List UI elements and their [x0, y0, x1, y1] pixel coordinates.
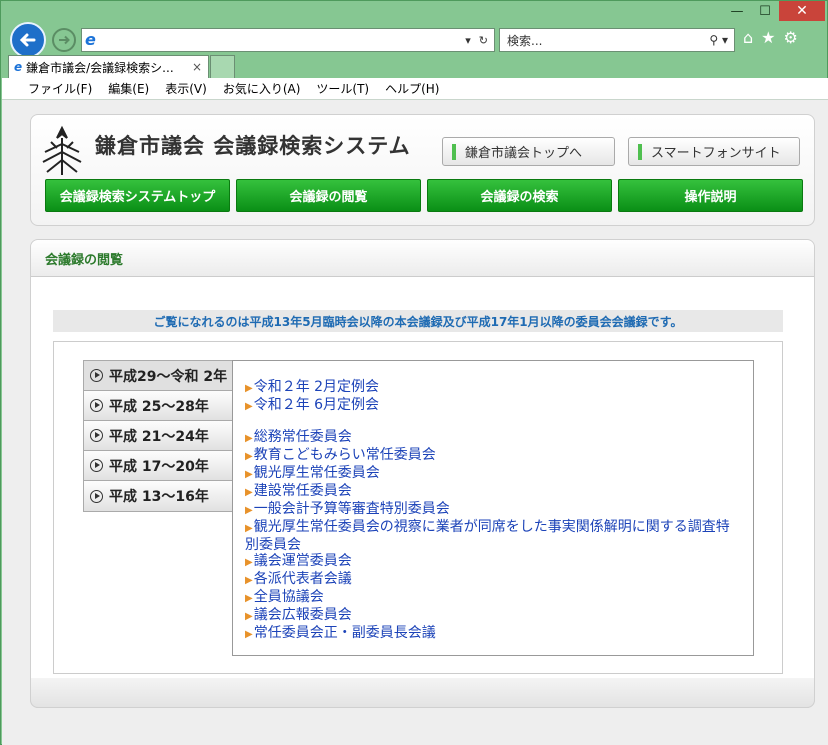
refresh-icon[interactable]: ↻	[479, 34, 488, 47]
play-icon	[90, 369, 103, 382]
meeting-link[interactable]: 令和２年 2月定例会	[245, 379, 741, 397]
year-label: 平成29～令和 2年	[109, 368, 228, 385]
nav-browse-minutes[interactable]: 会議録の閲覧	[236, 179, 421, 212]
menu-view[interactable]: 表示(V)	[165, 80, 207, 97]
committee-link[interactable]: 一般会計予算等審査特別委員会	[245, 501, 741, 519]
kamakura-emblem-icon	[42, 125, 82, 175]
year-label: 平成 13～16年	[109, 489, 209, 505]
panel-title: 会議録の閲覧	[31, 240, 814, 277]
nav-system-top[interactable]: 会議録検索システムトップ	[45, 179, 230, 212]
page-content: 鎌倉市議会 会議録検索システム 鎌倉市議会トップへ スマートフォンサイト 会議録…	[2, 100, 828, 745]
search-box[interactable]: 検索... ⚲ ▾	[499, 28, 735, 52]
committee-link[interactable]: 各派代表者会議	[245, 571, 741, 589]
forward-arrow-icon	[59, 35, 70, 45]
ie-tab-icon: e	[14, 60, 23, 74]
menu-favorites[interactable]: お気に入り(A)	[223, 80, 301, 97]
browse-panel: 会議録の閲覧 ご覧になれるのは平成13年5月臨時会以降の本会議録及び平成17年1…	[30, 239, 815, 708]
search-icon[interactable]: ⚲ ▾	[709, 33, 734, 47]
year-label: 平成 21～24年	[109, 428, 209, 445]
year-tab-h17-20[interactable]: 平成 17～20年	[84, 451, 232, 481]
committee-link[interactable]: 建設常任委員会	[245, 483, 741, 501]
nav-instructions[interactable]: 操作説明	[618, 179, 803, 212]
committee-link[interactable]: 議会運営委員会	[245, 553, 741, 571]
browser-tab[interactable]: e 鎌倉市議会/会議録検索シ... ×	[8, 55, 209, 78]
year-tab-h29-r2[interactable]: 平成29～令和 2年	[84, 361, 232, 391]
new-tab-button[interactable]	[210, 55, 235, 78]
favorites-star-icon[interactable]: ★	[761, 28, 775, 47]
search-placeholder: 検索...	[507, 33, 543, 48]
meeting-link[interactable]: 令和２年 6月定例会	[245, 397, 741, 415]
ie-page-icon: e	[85, 30, 96, 49]
browser-window: — ☐ ✕ e ▾ ↻ 検索... ⚲ ▾ ⌂ ★ ⚙ e 鎌倉市議会/会議録検索…	[0, 0, 828, 745]
main-nav: 会議録検索システムトップ 会議録の閲覧 会議録の検索 操作説明	[45, 179, 803, 212]
nav-search-minutes[interactable]: 会議録の検索	[427, 179, 612, 212]
city-council-top-button[interactable]: 鎌倉市議会トップへ	[442, 137, 615, 166]
smartphone-site-button[interactable]: スマートフォンサイト	[628, 137, 800, 166]
committee-link[interactable]: 教育こどもみらい常任委員会	[245, 447, 741, 465]
play-icon	[90, 429, 103, 442]
committee-link[interactable]: 全員協議会	[245, 589, 741, 607]
window-controls: — ☐ ✕	[723, 1, 825, 21]
year-tab-h13-16[interactable]: 平成 13～16年	[84, 481, 232, 511]
close-window-icon[interactable]: ✕	[779, 1, 825, 21]
browse-frame: 平成29～令和 2年 平成 25～28年 平成 21～24年 平成 17～20年…	[53, 341, 783, 674]
panel-footer	[30, 678, 815, 708]
menu-edit[interactable]: 編集(E)	[108, 80, 149, 97]
dropdown-icon[interactable]: ▾	[465, 34, 471, 47]
maximize-icon[interactable]: ☐	[751, 1, 779, 21]
committee-link[interactable]: 議会広報委員会	[245, 607, 741, 625]
gear-icon[interactable]: ⚙	[784, 28, 798, 47]
home-icon[interactable]: ⌂	[743, 28, 753, 47]
menu-help[interactable]: ヘルプ(H)	[385, 80, 439, 97]
play-icon	[90, 489, 103, 503]
menu-file[interactable]: ファイル(F)	[28, 80, 92, 97]
year-label: 平成 25～28年	[109, 398, 209, 415]
committee-link[interactable]: 観光厚生常任委員会	[245, 465, 741, 483]
year-tab-h21-24[interactable]: 平成 21～24年	[84, 421, 232, 451]
committee-link[interactable]: 常任委員会正・副委員長会議	[245, 625, 741, 643]
committee-link[interactable]: 観光厚生常任委員会の視察に業者が同席をした事実関係解明に関する調査特別委員会	[245, 519, 741, 553]
site-title: 鎌倉市議会 会議録検索システム	[95, 133, 411, 158]
year-tab-h25-28[interactable]: 平成 25～28年	[84, 391, 232, 421]
play-icon	[90, 459, 103, 472]
availability-notice: ご覧になれるのは平成13年5月臨時会以降の本会議録及び平成17年1月以降の委員会…	[53, 310, 783, 332]
back-button[interactable]	[10, 22, 46, 58]
forward-button[interactable]	[52, 28, 76, 52]
back-arrow-icon	[19, 33, 36, 47]
committee-link[interactable]: 総務常任委員会	[245, 429, 741, 447]
address-bar[interactable]: e ▾ ↻	[81, 28, 495, 52]
tab-close-icon[interactable]: ×	[192, 60, 208, 74]
minimize-icon[interactable]: —	[723, 1, 751, 21]
tab-title: 鎌倉市議会/会議録検索シ...	[26, 60, 174, 75]
meeting-list: 令和２年 2月定例会 令和２年 6月定例会 総務常任委員会 教育こどもみらい常任…	[232, 360, 754, 656]
menu-tools[interactable]: ツール(T)	[316, 80, 369, 97]
year-label: 平成 17～20年	[109, 458, 209, 475]
year-selector: 平成29～令和 2年 平成 25～28年 平成 21～24年 平成 17～20年…	[83, 360, 233, 512]
play-icon	[90, 399, 103, 412]
menu-bar: ファイル(F) 編集(E) 表示(V) お気に入り(A) ツール(T) ヘルプ(…	[2, 78, 828, 100]
site-header: 鎌倉市議会 会議録検索システム 鎌倉市議会トップへ スマートフォンサイト 会議録…	[30, 114, 815, 226]
toolbar-icons: ⌂ ★ ⚙	[743, 28, 798, 47]
